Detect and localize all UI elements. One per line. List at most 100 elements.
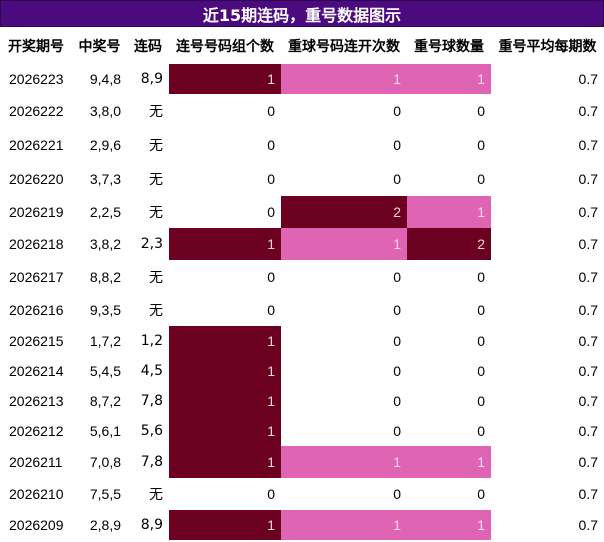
cell-repeat-avg: 0.7 bbox=[578, 486, 598, 502]
cell-repeat-avg: 0.7 bbox=[578, 103, 598, 119]
cell-repeat-count: 0 bbox=[477, 302, 485, 318]
cell-repeat-avg: 0.7 bbox=[578, 454, 598, 470]
cell-issue: 2026218 bbox=[9, 236, 64, 252]
cell-repeat-count: 1 bbox=[407, 510, 491, 540]
cell-repeat-runs: 0 bbox=[393, 423, 401, 439]
cell-repeat-count: 2 bbox=[407, 228, 491, 260]
cell-repeat-avg: 0.7 bbox=[578, 137, 598, 153]
table-row: 2026218 3,8,2 2,3 1 1 2 0.7 bbox=[0, 228, 604, 260]
cell-consec-groups: 1 bbox=[169, 386, 281, 416]
cell-consec: 7,8 bbox=[140, 454, 163, 470]
cell-consec-groups: 0 bbox=[267, 302, 275, 318]
cell-issue: 2026212 bbox=[9, 423, 64, 439]
cell-repeat-count: 0 bbox=[477, 486, 485, 502]
cell-numbers: 7,0,8 bbox=[89, 454, 121, 470]
cell-consec-groups: 1 bbox=[169, 446, 281, 478]
table-row: 2026216 9,3,5 无 0 0 0 0.7 bbox=[0, 294, 604, 326]
cell-numbers: 2,2,5 bbox=[89, 204, 121, 220]
table-header-row: 开奖期号 中奖号 连码 连号号码组个数 重球号码连开次数 重号球数量 重号平均每… bbox=[0, 27, 604, 64]
cell-issue: 2026221 bbox=[9, 137, 64, 153]
cell-repeat-avg: 0.7 bbox=[578, 423, 598, 439]
cell-consec: 无 bbox=[149, 487, 163, 503]
cell-repeat-count: 1 bbox=[407, 446, 491, 478]
cell-consec-groups: 0 bbox=[267, 486, 275, 502]
cell-issue: 2026222 bbox=[9, 103, 64, 119]
cell-numbers: 8,7,2 bbox=[89, 393, 121, 409]
column-header-numbers: 中奖号 bbox=[78, 38, 121, 55]
cell-repeat-avg: 0.7 bbox=[578, 363, 598, 379]
cell-consec-groups: 0 bbox=[267, 269, 275, 285]
cell-numbers: 9,4,8 bbox=[89, 71, 121, 87]
table-row: 2026213 8,7,2 7,8 1 0 0 0.7 bbox=[0, 386, 604, 416]
cell-repeat-runs: 2 bbox=[281, 196, 407, 228]
cell-repeat-runs: 1 bbox=[281, 446, 407, 478]
cell-numbers: 8,8,2 bbox=[89, 269, 121, 285]
cell-repeat-avg: 0.7 bbox=[578, 269, 598, 285]
cell-consec: 无 bbox=[149, 205, 163, 221]
cell-consec-groups: 1 bbox=[169, 326, 281, 356]
cell-numbers: 9,3,5 bbox=[89, 302, 121, 318]
cell-consec-groups: 0 bbox=[267, 204, 275, 220]
cell-numbers: 7,5,5 bbox=[89, 486, 121, 502]
cell-consec-groups: 1 bbox=[169, 510, 281, 540]
cell-repeat-runs: 1 bbox=[281, 228, 407, 260]
cell-consec-groups: 1 bbox=[169, 64, 281, 94]
cell-repeat-avg: 0.7 bbox=[578, 171, 598, 187]
cell-numbers: 5,4,5 bbox=[89, 363, 121, 379]
cell-consec: 无 bbox=[149, 172, 163, 188]
cell-numbers: 2,9,6 bbox=[89, 137, 121, 153]
cell-issue: 2026214 bbox=[9, 363, 64, 379]
cell-numbers: 3,8,0 bbox=[89, 103, 121, 119]
table-row: 2026220 3,7,3 无 0 0 0 0.7 bbox=[0, 162, 604, 196]
cell-numbers: 3,8,2 bbox=[89, 236, 121, 252]
cell-consec: 5,6 bbox=[140, 423, 163, 439]
cell-repeat-count: 0 bbox=[477, 393, 485, 409]
table-row: 2026223 9,4,8 8,9 1 1 1 0.7 bbox=[0, 64, 604, 94]
cell-consec: 7,8 bbox=[140, 393, 163, 409]
page-title: 近15期连码，重号数据图示 bbox=[0, 0, 604, 27]
cell-repeat-count: 0 bbox=[477, 269, 485, 285]
cell-consec: 8,9 bbox=[140, 517, 163, 533]
data-table: 开奖期号 中奖号 连码 连号号码组个数 重球号码连开次数 重号球数量 重号平均每… bbox=[0, 27, 604, 540]
cell-repeat-count: 0 bbox=[477, 137, 485, 153]
cell-issue: 2026209 bbox=[9, 517, 64, 533]
cell-repeat-runs: 0 bbox=[393, 103, 401, 119]
cell-repeat-count: 0 bbox=[477, 103, 485, 119]
cell-numbers: 2,8,9 bbox=[89, 517, 121, 533]
table-row: 2026221 2,9,6 无 0 0 0 0.7 bbox=[0, 128, 604, 162]
cell-numbers: 1,7,2 bbox=[89, 333, 121, 349]
cell-repeat-avg: 0.7 bbox=[578, 333, 598, 349]
cell-consec-groups: 0 bbox=[267, 171, 275, 187]
cell-repeat-runs: 0 bbox=[393, 137, 401, 153]
cell-consec-groups: 1 bbox=[169, 356, 281, 386]
cell-consec-groups: 1 bbox=[169, 228, 281, 260]
cell-consec: 2,3 bbox=[140, 236, 163, 252]
cell-repeat-count: 0 bbox=[477, 333, 485, 349]
cell-consec-groups: 1 bbox=[169, 416, 281, 446]
cell-issue: 2026213 bbox=[9, 393, 64, 409]
cell-issue: 2026223 bbox=[9, 71, 64, 87]
cell-consec: 无 bbox=[149, 104, 163, 120]
cell-repeat-runs: 1 bbox=[281, 510, 407, 540]
table-row: 2026219 2,2,5 无 0 2 1 0.7 bbox=[0, 196, 604, 228]
cell-issue: 2026211 bbox=[9, 454, 63, 470]
cell-repeat-runs: 1 bbox=[281, 64, 407, 94]
table-row: 2026212 5,6,1 5,6 1 0 0 0.7 bbox=[0, 416, 604, 446]
cell-issue: 2026217 bbox=[9, 269, 64, 285]
cell-consec: 4,5 bbox=[140, 363, 163, 379]
cell-issue: 2026220 bbox=[9, 171, 64, 187]
column-header-repeat-avg: 重号平均每期数 bbox=[498, 38, 597, 55]
table-row: 2026214 5,4,5 4,5 1 0 0 0.7 bbox=[0, 356, 604, 386]
cell-consec: 1,2 bbox=[140, 333, 163, 349]
cell-issue: 2026215 bbox=[9, 333, 64, 349]
cell-repeat-runs: 0 bbox=[393, 393, 401, 409]
cell-repeat-count: 0 bbox=[477, 423, 485, 439]
cell-issue: 2026210 bbox=[9, 486, 64, 502]
cell-consec: 无 bbox=[149, 303, 163, 319]
cell-consec: 8,9 bbox=[140, 71, 163, 87]
column-header-repeat-runs: 重球号码连开次数 bbox=[288, 38, 400, 55]
table-row: 2026217 8,8,2 无 0 0 0 0.7 bbox=[0, 260, 604, 294]
cell-repeat-avg: 0.7 bbox=[578, 393, 598, 409]
cell-issue: 2026216 bbox=[9, 302, 64, 318]
cell-repeat-count: 1 bbox=[407, 64, 491, 94]
